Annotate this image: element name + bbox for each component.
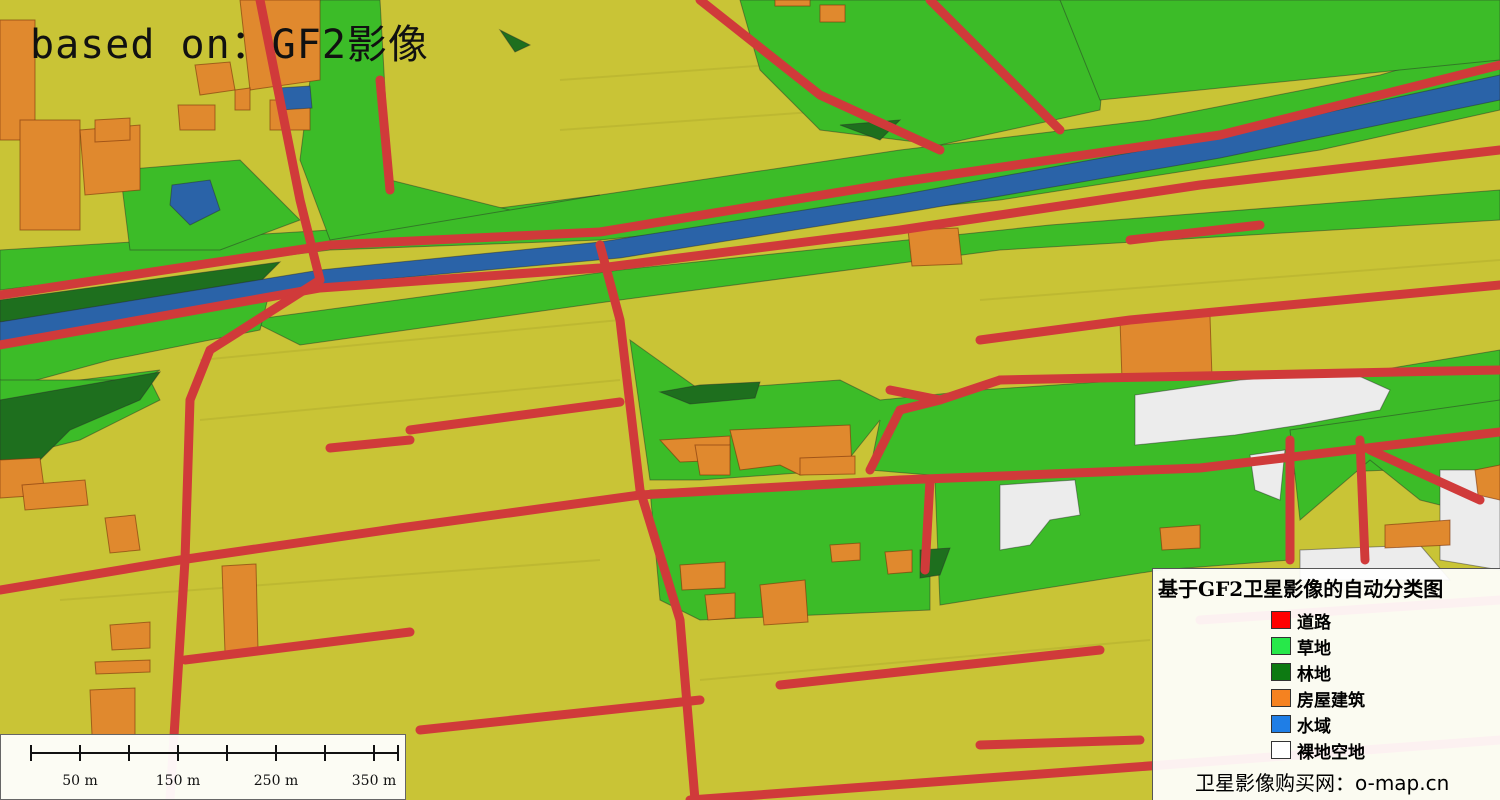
legend-swatch-forest	[1271, 663, 1291, 681]
legend-swatch-water	[1271, 715, 1291, 733]
legend-item-road: 道路	[1271, 607, 1365, 633]
legend-label: 水域	[1297, 716, 1331, 737]
scale-bar-graphic	[30, 745, 399, 761]
legend-title: 基于GF2卫星影像的自动分类图	[1158, 577, 1444, 601]
legend-item-water: 水域	[1271, 711, 1365, 737]
legend-item-bare-land: 裸地空地	[1271, 737, 1365, 763]
map-legend: 基于GF2卫星影像的自动分类图 道路 草地 林地 房屋建筑 水域 裸地空地 卫星…	[1152, 568, 1500, 800]
legend-label: 林地	[1297, 664, 1331, 685]
scale-label-50m: 50 m	[62, 773, 98, 789]
legend-item-grassland: 草地	[1271, 633, 1365, 659]
legend-label: 草地	[1297, 638, 1331, 659]
legend-swatch-bare-land	[1271, 741, 1291, 759]
legend-swatch-grassland	[1271, 637, 1291, 655]
legend-label: 房屋建筑	[1297, 690, 1365, 711]
legend-list: 道路 草地 林地 房屋建筑 水域 裸地空地	[1271, 607, 1365, 763]
legend-swatch-building	[1271, 689, 1291, 707]
scale-bar: 50 m 150 m 250 m 350 m	[0, 734, 406, 800]
legend-item-building: 房屋建筑	[1271, 685, 1365, 711]
legend-swatch-road	[1271, 611, 1291, 629]
legend-item-forest: 林地	[1271, 659, 1365, 685]
map-overlay-title: based on：GF2影像	[30, 22, 429, 68]
scale-label-250m: 250 m	[253, 773, 299, 789]
legend-label: 道路	[1297, 612, 1331, 633]
legend-label: 裸地空地	[1297, 742, 1365, 763]
scale-label-350m: 350 m	[351, 773, 397, 789]
scale-label-150m: 150 m	[155, 773, 201, 789]
legend-footer-website: 卫星影像购买网：o-map.cn	[1195, 771, 1450, 795]
